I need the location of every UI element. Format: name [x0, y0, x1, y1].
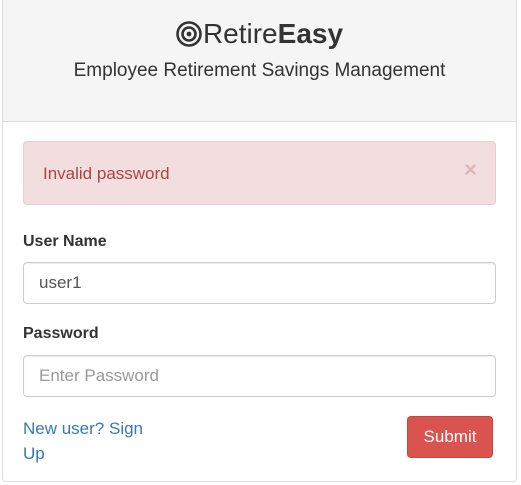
brand-name-bold: Easy — [277, 18, 344, 49]
login-panel: RetireEasy Employee Retirement Savings M… — [2, 0, 517, 482]
submit-button[interactable]: Submit — [407, 416, 493, 458]
brand-title: RetireEasy — [3, 14, 516, 58]
error-alert: Invalid password × — [23, 141, 496, 205]
signup-link[interactable]: New user? Sign Up — [23, 416, 163, 466]
alert-message: Invalid password — [43, 164, 170, 183]
password-input[interactable] — [23, 355, 496, 397]
username-input[interactable] — [23, 262, 496, 304]
close-icon[interactable]: × — [464, 159, 477, 181]
bullseye-icon — [176, 18, 202, 58]
brand-name-regular: Retire — [202, 18, 278, 49]
password-label: Password — [23, 325, 99, 342]
brand-subtitle: Employee Retirement Savings Management — [73, 60, 446, 81]
username-label: User Name — [23, 233, 107, 250]
panel-heading: RetireEasy Employee Retirement Savings M… — [3, 0, 516, 122]
